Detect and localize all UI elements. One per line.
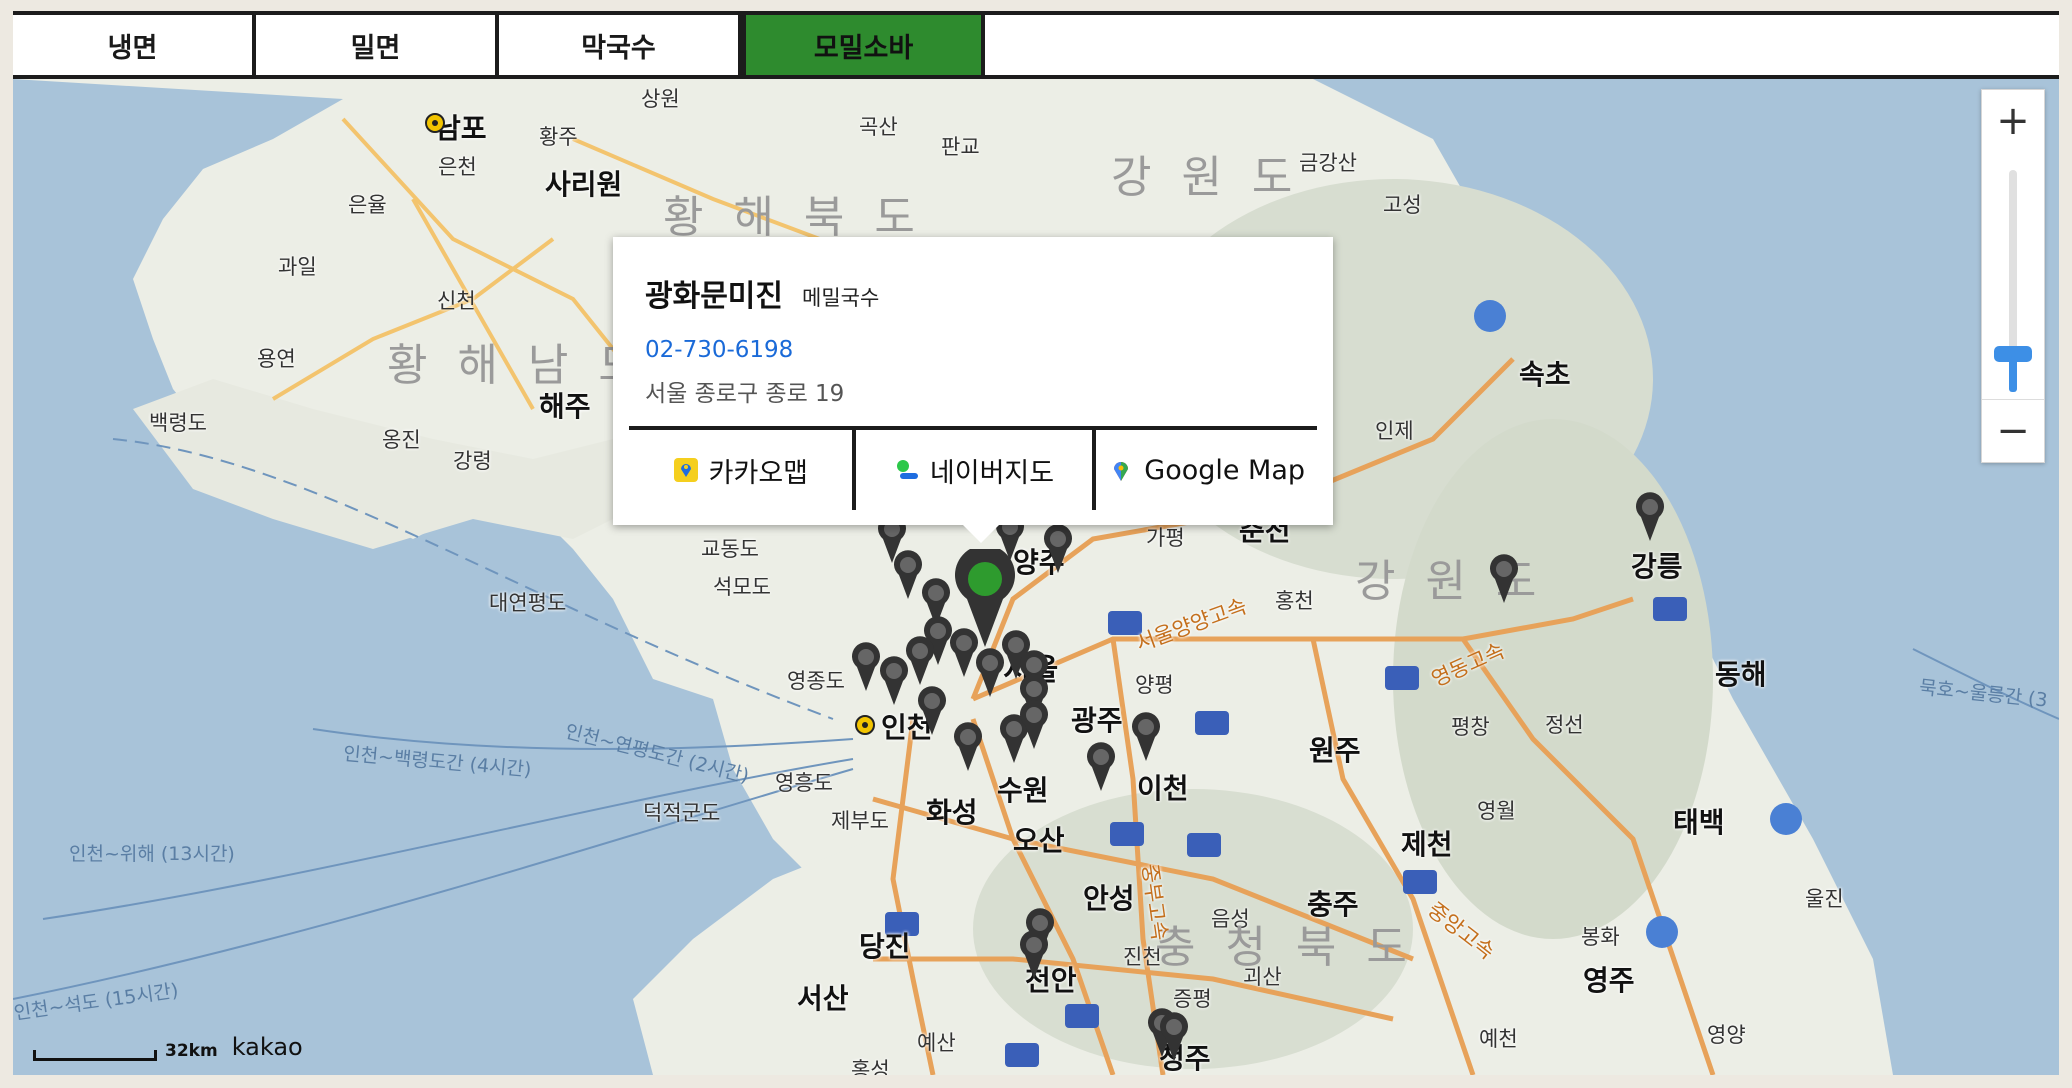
tab-naengmyeon[interactable]: 냉면 [13, 15, 256, 75]
route-label-wihae: 인천~위해 (13시간) [69, 843, 235, 865]
restaurant-marker[interactable] [1017, 699, 1051, 751]
app-frame: 냉면 밀면 막국수 모밀소바 남포 황주 은천 사리원 은율 과일 신천 용연 … [13, 11, 2059, 1075]
naver-map-link[interactable]: 네이버지도 [856, 430, 1093, 510]
map-label-jeongseon: 정선 [1545, 713, 1584, 737]
map-label-wonju: 원주 [1309, 734, 1361, 767]
province-hwanghaebukdo: 황 해 북 도 [663, 192, 923, 243]
map-label-yongyeon: 용연 [257, 347, 296, 371]
map-label-osan: 오산 [1013, 824, 1065, 857]
scale-bar [33, 1050, 157, 1061]
place-address: 서울 종로구 종로 19 [645, 381, 845, 407]
kakao-map-link[interactable]: 카카오맵 [629, 430, 852, 510]
map-label-pyeongchang: 평창 [1451, 715, 1490, 739]
kakao-logo[interactable]: kakao [232, 1033, 303, 1061]
map-label-hongcheon: 홍천 [1275, 589, 1314, 613]
map-label-sangwon: 상원 [641, 87, 680, 111]
tab-makguksu[interactable]: 막국수 [499, 15, 742, 75]
restaurant-marker[interactable] [877, 655, 911, 707]
google-map-link[interactable]: Google Map [1096, 430, 1317, 510]
map-label-yecheon: 예천 [1479, 1027, 1518, 1051]
map-label-yeongheungdo: 영흥도 [775, 771, 833, 795]
map-label-deokjeokgundo: 덕적군도 [643, 801, 721, 825]
restaurant-marker[interactable] [915, 685, 949, 737]
place-category: 메밀국수 [802, 286, 880, 310]
naver-map-icon [896, 460, 918, 479]
map-link-row: 카카오맵 네이버지도 Google Map [629, 430, 1317, 525]
restaurant-marker[interactable] [1633, 491, 1667, 543]
google-map-icon [1114, 462, 1129, 481]
restaurant-marker[interactable] [1041, 523, 1075, 575]
map-label-sokcho: 속초 [1519, 358, 1571, 391]
map-label-seosan: 서산 [797, 982, 849, 1015]
restaurant-marker[interactable] [1129, 711, 1163, 763]
map-label-geumgangsan: 금강산 [1299, 151, 1357, 175]
map-label-gapyeong: 가평 [1146, 526, 1185, 550]
map-label-jebudo: 제부도 [831, 809, 889, 833]
map-label-gangneung: 강릉 [1631, 550, 1683, 583]
city-dot-icon [855, 715, 875, 735]
google-map-label: Google Map [1144, 454, 1306, 486]
map-label-gyodongdo: 교동도 [701, 537, 759, 561]
map-label-jecheon: 제천 [1401, 828, 1453, 861]
map-label-yesan: 예산 [917, 1031, 956, 1055]
map-label-eunyul: 은율 [348, 193, 387, 217]
map-label-gwangju: 광주 [1071, 704, 1123, 737]
province-gangwondo-north: 강 원 도 [1111, 152, 1301, 203]
map-label-eunchon: 은천 [438, 155, 477, 179]
map-scale: 32km kakao [33, 1031, 303, 1061]
map-label-goseong: 고성 [1383, 193, 1422, 217]
selected-restaurant-marker[interactable] [953, 549, 1017, 649]
tab-momilsoba[interactable]: 모밀소바 [742, 15, 985, 75]
map-label-hongseong: 홍성 [851, 1058, 890, 1075]
map-label-goksan: 곡산 [859, 115, 898, 139]
zoom-control: + − [1981, 89, 2045, 463]
map-label-icheon: 이천 [1137, 772, 1189, 805]
place-phone-link[interactable]: 02-730-6198 [645, 337, 793, 363]
map-label-yeongju: 영주 [1583, 964, 1635, 997]
restaurant-marker[interactable] [1017, 929, 1051, 981]
map-label-sinchon: 신천 [437, 289, 476, 313]
map-label-inje: 인제 [1375, 419, 1414, 443]
map-label-seokmodo: 석모도 [713, 575, 771, 599]
map-label-dangjin: 당진 [859, 930, 911, 963]
zoom-out-button[interactable]: − [1982, 399, 2044, 462]
place-info-popup: 광화문미진 메밀국수 02-730-6198 서울 종로구 종로 19 카카오맵… [613, 237, 1333, 543]
restaurant-marker[interactable] [1487, 553, 1521, 605]
map-label-sariwon: 사리원 [545, 168, 623, 201]
tab-milmyeon[interactable]: 밀면 [256, 15, 499, 75]
restaurant-marker[interactable] [951, 721, 985, 773]
map-label-ongjin: 옹진 [382, 428, 421, 452]
map-label-yeongyang: 영양 [1707, 1023, 1746, 1047]
naver-map-label: 네이버지도 [929, 457, 1055, 489]
restaurant-marker[interactable] [1084, 741, 1118, 793]
map-label-hwaseong: 화성 [926, 796, 978, 829]
province-chungcheongbukdo: 충 청 북 도 [1155, 922, 1415, 973]
kakao-map-icon [673, 458, 698, 482]
map-label-anseong: 안성 [1083, 882, 1135, 915]
zoom-slider-handle[interactable] [1994, 346, 2032, 392]
map-label-yeongwol: 영월 [1477, 799, 1516, 823]
map-label-donghae: 동해 [1715, 658, 1767, 691]
map-label-baengnyeongdo: 백령도 [149, 411, 207, 435]
city-dot-icon [425, 113, 445, 133]
map-label-hwangju: 황주 [539, 125, 578, 149]
map-label-suwon: 수원 [997, 774, 1049, 807]
restaurant-marker[interactable] [1157, 1011, 1191, 1063]
map-label-bonghwa: 봉화 [1581, 925, 1620, 949]
kakao-map-label: 카카오맵 [708, 457, 809, 489]
place-name: 광화문미진 [645, 279, 783, 314]
map-label-gwail: 과일 [278, 255, 317, 279]
scale-distance: 32km [165, 1041, 218, 1061]
map-label-yeongjongdo: 영종도 [787, 669, 845, 693]
zoom-in-button[interactable]: + [1982, 90, 2044, 152]
map-label-daeyeonpyeongdo: 대연평도 [489, 591, 567, 615]
map-label-gangnyeong: 강령 [453, 449, 492, 473]
category-tabs: 냉면 밀면 막국수 모밀소바 [13, 11, 2059, 79]
map-label-uljin: 울진 [1805, 887, 1844, 911]
map-label-taebaek: 태백 [1673, 806, 1725, 839]
map-label-yangpyeong: 양평 [1135, 673, 1174, 697]
province-hwanghaenamdo: 황 해 남 도 [387, 340, 647, 391]
map-view[interactable]: 남포 황주 은천 사리원 은율 과일 신천 용연 해주 백령도 옹진 강령 상원… [13, 79, 2059, 1075]
map-label-pangyo: 판교 [941, 135, 980, 159]
